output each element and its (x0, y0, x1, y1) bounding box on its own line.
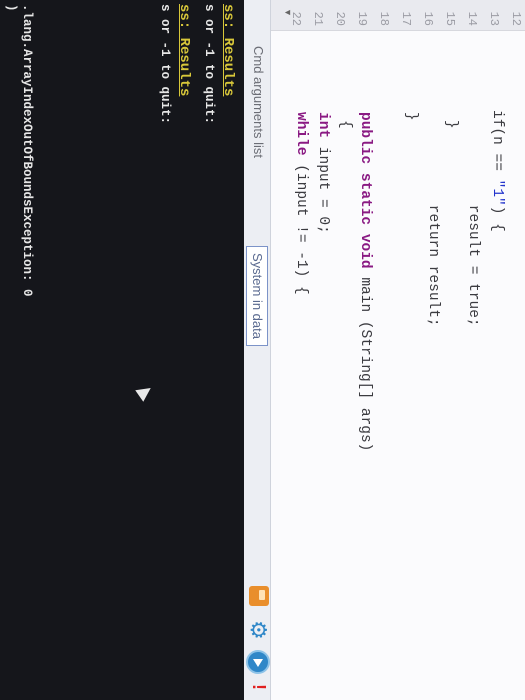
line-number: 20 (333, 11, 347, 26)
line-number-gutter: 12 13 14 15 16 17 18 19 20 21 22 (271, 0, 525, 31)
console-output[interactable]: ss: Results s or -1 to quit: ss: Results… (0, 0, 244, 700)
code-editor[interactable]: 12 13 14 15 16 17 18 19 20 21 22 ▼ if(n … (271, 0, 525, 700)
io-toolbar: Cmd arguments list System in data ⚙ ! (243, 0, 271, 700)
fold-marker-icon[interactable]: ▼ (283, 8, 293, 17)
code-token: main (String[] args) (357, 268, 373, 452)
screen: 12 13 14 15 16 17 18 19 20 21 22 ▼ if(n … (0, 0, 525, 700)
line-number: 14 (465, 11, 479, 26)
console-line: s or -1 to quit: (202, 4, 216, 125)
tab-system-in-data[interactable]: System in data (246, 246, 268, 346)
line-number: 12 (509, 11, 523, 26)
code-line[interactable]: { (337, 120, 353, 129)
code-line[interactable]: } (403, 112, 419, 121)
code-line[interactable]: } (443, 120, 459, 129)
console-line: ss: Results (176, 4, 192, 97)
code-token: return result; (425, 170, 441, 327)
stop-icon[interactable]: ! (249, 684, 269, 694)
code-line[interactable]: return result; (425, 170, 441, 327)
line-number: 15 (443, 11, 457, 26)
mouse-pointer-icon (135, 382, 155, 402)
line-number: 18 (377, 11, 391, 26)
code-token: public static void (357, 112, 373, 269)
code-line[interactable]: if(n == "1") { (489, 110, 505, 232)
code-token: { (337, 120, 353, 129)
code-line[interactable]: public static void main (String[] args) (357, 112, 373, 451)
console-line: ) (4, 4, 18, 12)
line-number: 13 (487, 11, 501, 26)
line-number: 19 (355, 11, 369, 26)
save-icon[interactable] (249, 586, 269, 606)
code-token: (input != -1) { (293, 155, 309, 295)
run-icon[interactable] (246, 650, 270, 674)
code-token: input = 0; (315, 138, 331, 234)
line-number: 21 (311, 11, 325, 26)
line-number: 16 (421, 11, 435, 26)
code-token: int (315, 112, 331, 139)
console-line: ss: Results (220, 4, 236, 97)
code-token: while (293, 112, 309, 156)
console-line: s or -1 to quit: (158, 4, 172, 125)
code-token: if(n == (489, 110, 505, 180)
code-token: ) { (489, 205, 505, 232)
console-line: .lang.ArrayIndexOutOfBoundsException: 0 (20, 4, 34, 297)
line-number: 17 (399, 11, 413, 26)
code-line[interactable]: while (input != -1) { (293, 112, 309, 295)
code-token: } (443, 120, 459, 129)
code-token: "1" (489, 179, 505, 206)
code-token: } (403, 112, 419, 121)
tab-cmd-arguments[interactable]: Cmd arguments list (248, 40, 268, 164)
code-line[interactable]: result = true; (465, 170, 481, 327)
code-line[interactable]: int input = 0; (315, 112, 331, 234)
code-token: result = true; (465, 170, 481, 327)
settings-gear-icon[interactable]: ⚙ (245, 620, 271, 640)
